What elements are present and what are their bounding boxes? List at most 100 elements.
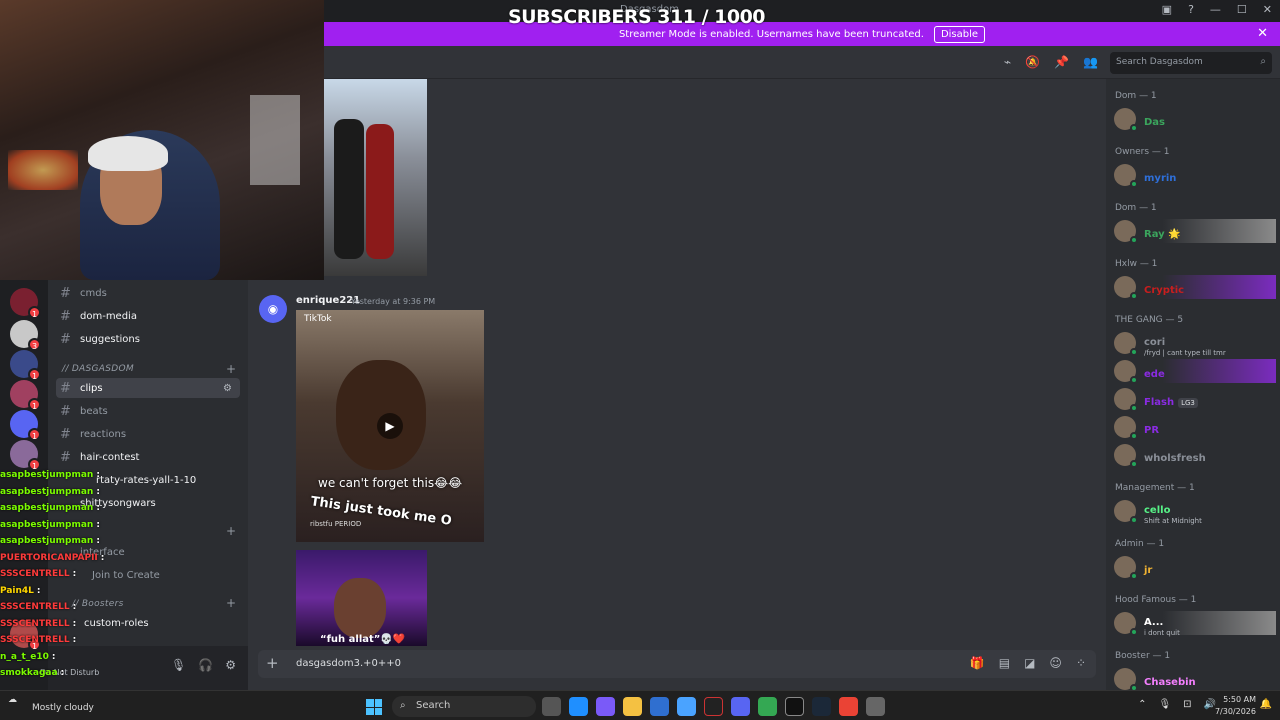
member-item[interactable]: jr bbox=[1114, 555, 1276, 580]
discord-server-icon[interactable]: 1 bbox=[10, 410, 41, 441]
microphone-icon[interactable]: 🎙 bbox=[171, 658, 186, 672]
file-explorer-icon[interactable] bbox=[623, 697, 642, 716]
member-item[interactable]: Flash LG3 bbox=[1114, 387, 1276, 412]
add-channel-icon[interactable]: + bbox=[226, 524, 236, 538]
server-icon[interactable]: 1 bbox=[10, 380, 41, 411]
network-icon[interactable]: ⊡ bbox=[1183, 699, 1191, 710]
settings-icon[interactable] bbox=[866, 697, 885, 716]
taskbar-search-label: Search bbox=[416, 700, 451, 711]
help-icon[interactable]: ? bbox=[1188, 3, 1194, 16]
channel-hair-contest[interactable]: # hair-contest bbox=[56, 447, 240, 467]
window-controls: ▣ ? — ☐ ✕ bbox=[1162, 3, 1272, 16]
member-item[interactable]: cori/fryd | cant type till tmr bbox=[1114, 331, 1276, 357]
inbox-icon[interactable]: ▣ bbox=[1162, 3, 1172, 16]
member-list-icon[interactable]: 👥 bbox=[1083, 55, 1098, 69]
chevron-up-icon[interactable]: ⌃ bbox=[1138, 699, 1146, 710]
start-button[interactable] bbox=[366, 699, 382, 715]
chrome-icon[interactable] bbox=[758, 697, 777, 716]
close-icon[interactable]: ✕ bbox=[1257, 26, 1268, 41]
chat-username: asapbestjumpman bbox=[0, 486, 94, 497]
pin-icon[interactable]: 📌 bbox=[1054, 55, 1069, 69]
search-icon: ⌕ bbox=[1260, 56, 1266, 67]
chat-username: smokkagaa bbox=[0, 668, 58, 678]
member-text: ede bbox=[1144, 362, 1165, 381]
member-item[interactable]: ede bbox=[1114, 359, 1276, 384]
channel-suggestions[interactable]: # suggestions bbox=[56, 329, 240, 349]
add-attachment-icon[interactable]: + bbox=[266, 654, 279, 672]
microphone-icon[interactable]: 🎙 bbox=[1158, 699, 1171, 710]
channel-cmds[interactable]: # cmds bbox=[56, 283, 240, 303]
member-item[interactable]: Cryptic bbox=[1114, 275, 1276, 300]
emoji-icon[interactable]: ☺ bbox=[1049, 656, 1062, 670]
app-icon[interactable] bbox=[677, 697, 696, 716]
disable-button[interactable]: Disable bbox=[933, 25, 986, 43]
avatar[interactable]: ◉ bbox=[259, 295, 287, 323]
chat-username: asapbestjumpman bbox=[0, 536, 94, 546]
threads-icon[interactable]: ⌁ bbox=[1004, 55, 1011, 69]
steam-icon[interactable] bbox=[812, 697, 831, 716]
weather-widget[interactable]: ☁ Mostly cloudy bbox=[8, 695, 94, 713]
member-item[interactable]: wholsfresh bbox=[1114, 443, 1276, 468]
image-attachment[interactable] bbox=[324, 79, 427, 276]
member-item[interactable]: myrin bbox=[1114, 163, 1276, 188]
close-window-button[interactable]: ✕ bbox=[1263, 3, 1272, 16]
chat-username: SSSCENTRELL bbox=[0, 569, 70, 579]
edge-icon[interactable] bbox=[569, 697, 588, 716]
video-attachment[interactable]: TikTok ▶ we can't forget this😂😂 This jus… bbox=[296, 310, 484, 542]
channel-dom-media[interactable]: # dom-media bbox=[56, 306, 240, 326]
channel-clips[interactable]: # clips ⚙ bbox=[56, 378, 240, 398]
maximize-button[interactable]: ☐ bbox=[1237, 3, 1247, 16]
chat-text: : bbox=[72, 618, 77, 629]
chat-overlay-message: n_a_t_e10: bbox=[0, 652, 170, 669]
member-item[interactable]: Ray 🌟 bbox=[1114, 219, 1276, 244]
chrome-icon[interactable] bbox=[839, 697, 858, 716]
taskbar-search[interactable]: ⌕ Search bbox=[392, 696, 536, 717]
search-input[interactable]: Search Dasgasdom ⌕ bbox=[1110, 52, 1272, 74]
server-icon[interactable]: 1 bbox=[10, 288, 41, 319]
message-composer[interactable]: + dasgasdom3.+0++0 🎁 ▤ ◪ ☺ ⁘ bbox=[258, 650, 1096, 678]
member-item[interactable]: cello Shift at Midnight bbox=[1114, 499, 1276, 525]
server-icon[interactable]: 3 bbox=[10, 320, 41, 351]
add-channel-icon[interactable]: + bbox=[226, 362, 236, 376]
gif-icon[interactable]: ▤ bbox=[999, 656, 1010, 670]
avatar bbox=[1114, 164, 1138, 188]
chat-overlay-message: smokkagaa: bbox=[0, 668, 170, 685]
add-channel-icon[interactable]: + bbox=[226, 596, 236, 610]
member-item[interactable]: PR bbox=[1114, 415, 1276, 440]
server-icon[interactable]: 1 bbox=[10, 350, 41, 381]
chat-text: : bbox=[96, 486, 100, 497]
discord-icon[interactable] bbox=[731, 697, 750, 716]
user-settings-icon[interactable]: ⚙ bbox=[225, 658, 236, 672]
terminal-icon[interactable] bbox=[785, 697, 804, 716]
clock[interactable]: 5:50 AM 7/30/2026 bbox=[1215, 694, 1256, 718]
video-attachment[interactable]: “fuh allat”💀❤️ bbox=[296, 550, 427, 646]
headphones-icon[interactable]: 🎧 bbox=[198, 658, 213, 672]
sticker-icon[interactable]: ◪ bbox=[1024, 656, 1035, 670]
member-role-header: THE GANG — 5 bbox=[1115, 315, 1184, 325]
member-name: Ray 🌟 bbox=[1144, 228, 1181, 240]
member-item[interactable]: Chasebin bbox=[1114, 667, 1276, 690]
notification-bell-icon[interactable]: 🔔 bbox=[1260, 699, 1272, 710]
notification-bell-icon[interactable]: 🔕 bbox=[1025, 55, 1040, 69]
play-icon[interactable]: ▶ bbox=[377, 413, 403, 439]
settings-icon[interactable]: ⚙ bbox=[223, 383, 232, 394]
status-indicator bbox=[1130, 124, 1138, 132]
video-caption: we can't forget this😂😂 bbox=[318, 476, 463, 490]
channel-reactions[interactable]: # reactions bbox=[56, 424, 240, 444]
task-view-icon[interactable] bbox=[542, 697, 561, 716]
server-icon[interactable]: 1 bbox=[10, 440, 41, 471]
tiktok-watermark: TikTok bbox=[304, 314, 332, 324]
store-icon[interactable] bbox=[650, 697, 669, 716]
gift-icon[interactable]: 🎁 bbox=[970, 656, 985, 670]
apps-icon[interactable]: ⁘ bbox=[1076, 656, 1086, 670]
minimize-button[interactable]: — bbox=[1210, 3, 1221, 16]
category-dasgasdom[interactable]: // DASGASDOM bbox=[62, 364, 134, 374]
video-subject bbox=[334, 578, 386, 638]
member-item[interactable]: A... i dont quit bbox=[1114, 611, 1276, 637]
channel-beats[interactable]: # beats bbox=[56, 401, 240, 421]
app-icon[interactable] bbox=[704, 697, 723, 716]
composer-text: dasgasdom3.+0++0 bbox=[296, 658, 401, 669]
copilot-icon[interactable] bbox=[596, 697, 615, 716]
chat-text: : bbox=[51, 651, 56, 662]
member-item[interactable]: Das bbox=[1114, 107, 1276, 132]
